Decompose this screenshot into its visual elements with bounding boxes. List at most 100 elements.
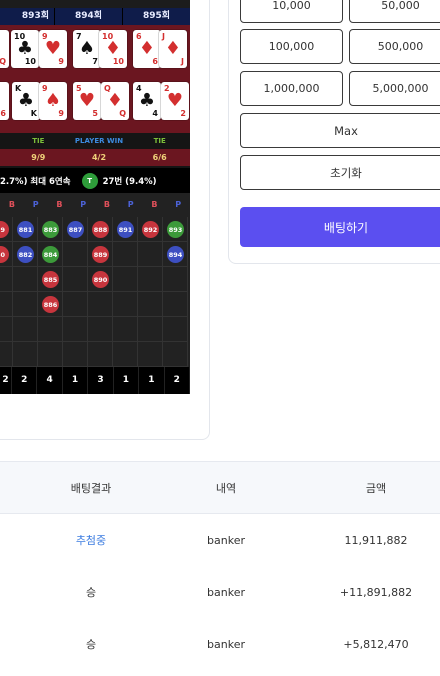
road-cell <box>13 292 38 317</box>
playing-card: J ♦ J <box>159 30 187 68</box>
playing-card: 9 ♠ 9 <box>39 82 67 120</box>
bet-amount: +11,891,882 <box>339 585 413 599</box>
table-row: 승 banker +11,891,882 <box>0 566 440 618</box>
road-result-dot: 894 <box>167 246 184 263</box>
road-cell <box>63 292 88 317</box>
road-count: 2 <box>165 367 190 394</box>
round-header: 893회 894회 895회 <box>0 8 190 25</box>
road-result-dot: 889 <box>92 246 109 263</box>
bet-result: 추첨중 <box>75 534 107 547</box>
road-cell <box>138 292 163 317</box>
playing-card: Q♦Q <box>101 82 129 120</box>
road-result-dot: 882 <box>17 246 34 263</box>
road-column-label: P <box>80 200 87 209</box>
road-header: BPBPBPBP <box>0 193 190 217</box>
round-label: 893회 <box>0 8 55 25</box>
chip-1000000-button[interactable]: 1,000,000 <box>240 71 343 106</box>
chip-10000-button[interactable]: 10,000 <box>240 0 343 23</box>
road-cell <box>0 267 13 292</box>
bet-detail: banker <box>207 533 245 547</box>
stat-label: PLAYER WIN <box>74 137 124 145</box>
road-result-dot: 892 <box>142 221 159 238</box>
road-cell <box>138 267 163 292</box>
playing-card: 7 ♠ 7 <box>73 30 101 68</box>
road-grid: 7988188388788889189289380882884889894885… <box>0 217 190 367</box>
max-button[interactable]: Max <box>240 113 440 148</box>
playing-card: 10 ♦ 10 <box>99 30 127 68</box>
road-cell <box>138 242 163 267</box>
road-cell <box>0 317 13 342</box>
column-header-result: 배팅결과 <box>70 481 112 495</box>
road-result-dot: 881 <box>17 221 34 238</box>
playing-card: Q♦Q <box>0 30 9 68</box>
road-cell <box>88 342 113 367</box>
road-count: 2 <box>12 367 38 394</box>
round-label: 895회 <box>142 11 171 21</box>
road-cell <box>0 292 13 317</box>
road-cell <box>0 342 13 367</box>
road-column-label: P <box>175 200 182 209</box>
road-cell <box>113 242 138 267</box>
road-result-dot: 890 <box>92 271 109 288</box>
playing-card: 5 ♥ 5 <box>73 82 101 120</box>
stat-label: TIE <box>32 137 45 145</box>
road-cell <box>163 342 188 367</box>
road-column-label: P <box>127 200 134 209</box>
road-cell <box>63 317 88 342</box>
road-result-dot: 884 <box>42 246 59 263</box>
card-table: Q♦Q10♣109♥97♠710♦106♦6J♦J 6♦6K♣K9♠95♥5Q♦… <box>0 25 190 133</box>
column-header-amount: 금액 <box>365 481 387 495</box>
stat-label: TIE <box>153 137 166 145</box>
bet-result: 승 <box>85 638 97 651</box>
round-label: 894회 <box>55 8 123 25</box>
chip-500000-button[interactable]: 500,000 <box>349 29 440 64</box>
road-cell <box>163 292 188 317</box>
road-cell <box>38 317 63 342</box>
screen: { "game": { "rounds": ["893회", "894회", "… <box>0 0 440 676</box>
road-count: 2 <box>0 367 12 394</box>
playing-card: 6♦6 <box>0 82 9 120</box>
road-result-dot: 891 <box>117 221 134 238</box>
road-cell <box>88 292 113 317</box>
bet-result: 승 <box>85 586 97 599</box>
road-cell <box>13 342 38 367</box>
reset-button[interactable]: 초기화 <box>240 155 440 190</box>
bet-detail: banker <box>207 585 245 599</box>
playing-card: 4 ♣ 4 <box>133 82 161 120</box>
playing-card: K ♣ K <box>12 82 40 120</box>
road-cell <box>13 267 38 292</box>
road-count: 1 <box>114 367 140 394</box>
bead-road: BPBPBPBP 7988188388788889189289380882884… <box>0 193 190 394</box>
road-cell <box>113 317 138 342</box>
road-cell <box>63 342 88 367</box>
table-row: 추첨중 banker 11,911,882 <box>0 514 440 566</box>
road-column-label: B <box>56 200 63 209</box>
playing-card: 10 ♣ 10 <box>11 30 39 68</box>
bet-history-table: 배팅결과 내역 금액 추첨중 banker 11,911,882 승 banke… <box>0 461 440 676</box>
road-column-label: B <box>103 200 110 209</box>
road-count: 4 <box>37 367 63 394</box>
chip-50000-button[interactable]: 50,000 <box>349 0 440 23</box>
road-cell <box>138 317 163 342</box>
road-count: 1 <box>139 367 165 394</box>
road-cell <box>38 342 63 367</box>
playing-card: 6♦6 <box>133 30 161 68</box>
stat-value <box>0 149 8 166</box>
place-bet-button[interactable]: 배팅하기 <box>240 207 440 247</box>
road-result-dot: 887 <box>67 221 84 238</box>
chip-5000000-button[interactable]: 5,000,000 <box>349 71 440 106</box>
streak-bar: 2.7%) 최대 6연속 T 27번 (9.4%) <box>0 168 190 193</box>
road-cell <box>63 242 88 267</box>
road-result-dot: 886 <box>42 296 59 313</box>
road-cell <box>113 342 138 367</box>
stat-label <box>0 133 8 149</box>
playing-card: 2 ♥ 2 <box>161 82 189 120</box>
road-counts: 22413112 <box>0 367 190 394</box>
road-cell <box>113 292 138 317</box>
bet-amount: 11,911,882 <box>344 533 408 547</box>
road-result-dot: 885 <box>42 271 59 288</box>
road-cell <box>88 317 113 342</box>
chip-100000-button[interactable]: 100,000 <box>240 29 343 64</box>
bet-detail: banker <box>207 637 245 651</box>
road-cell <box>163 267 188 292</box>
